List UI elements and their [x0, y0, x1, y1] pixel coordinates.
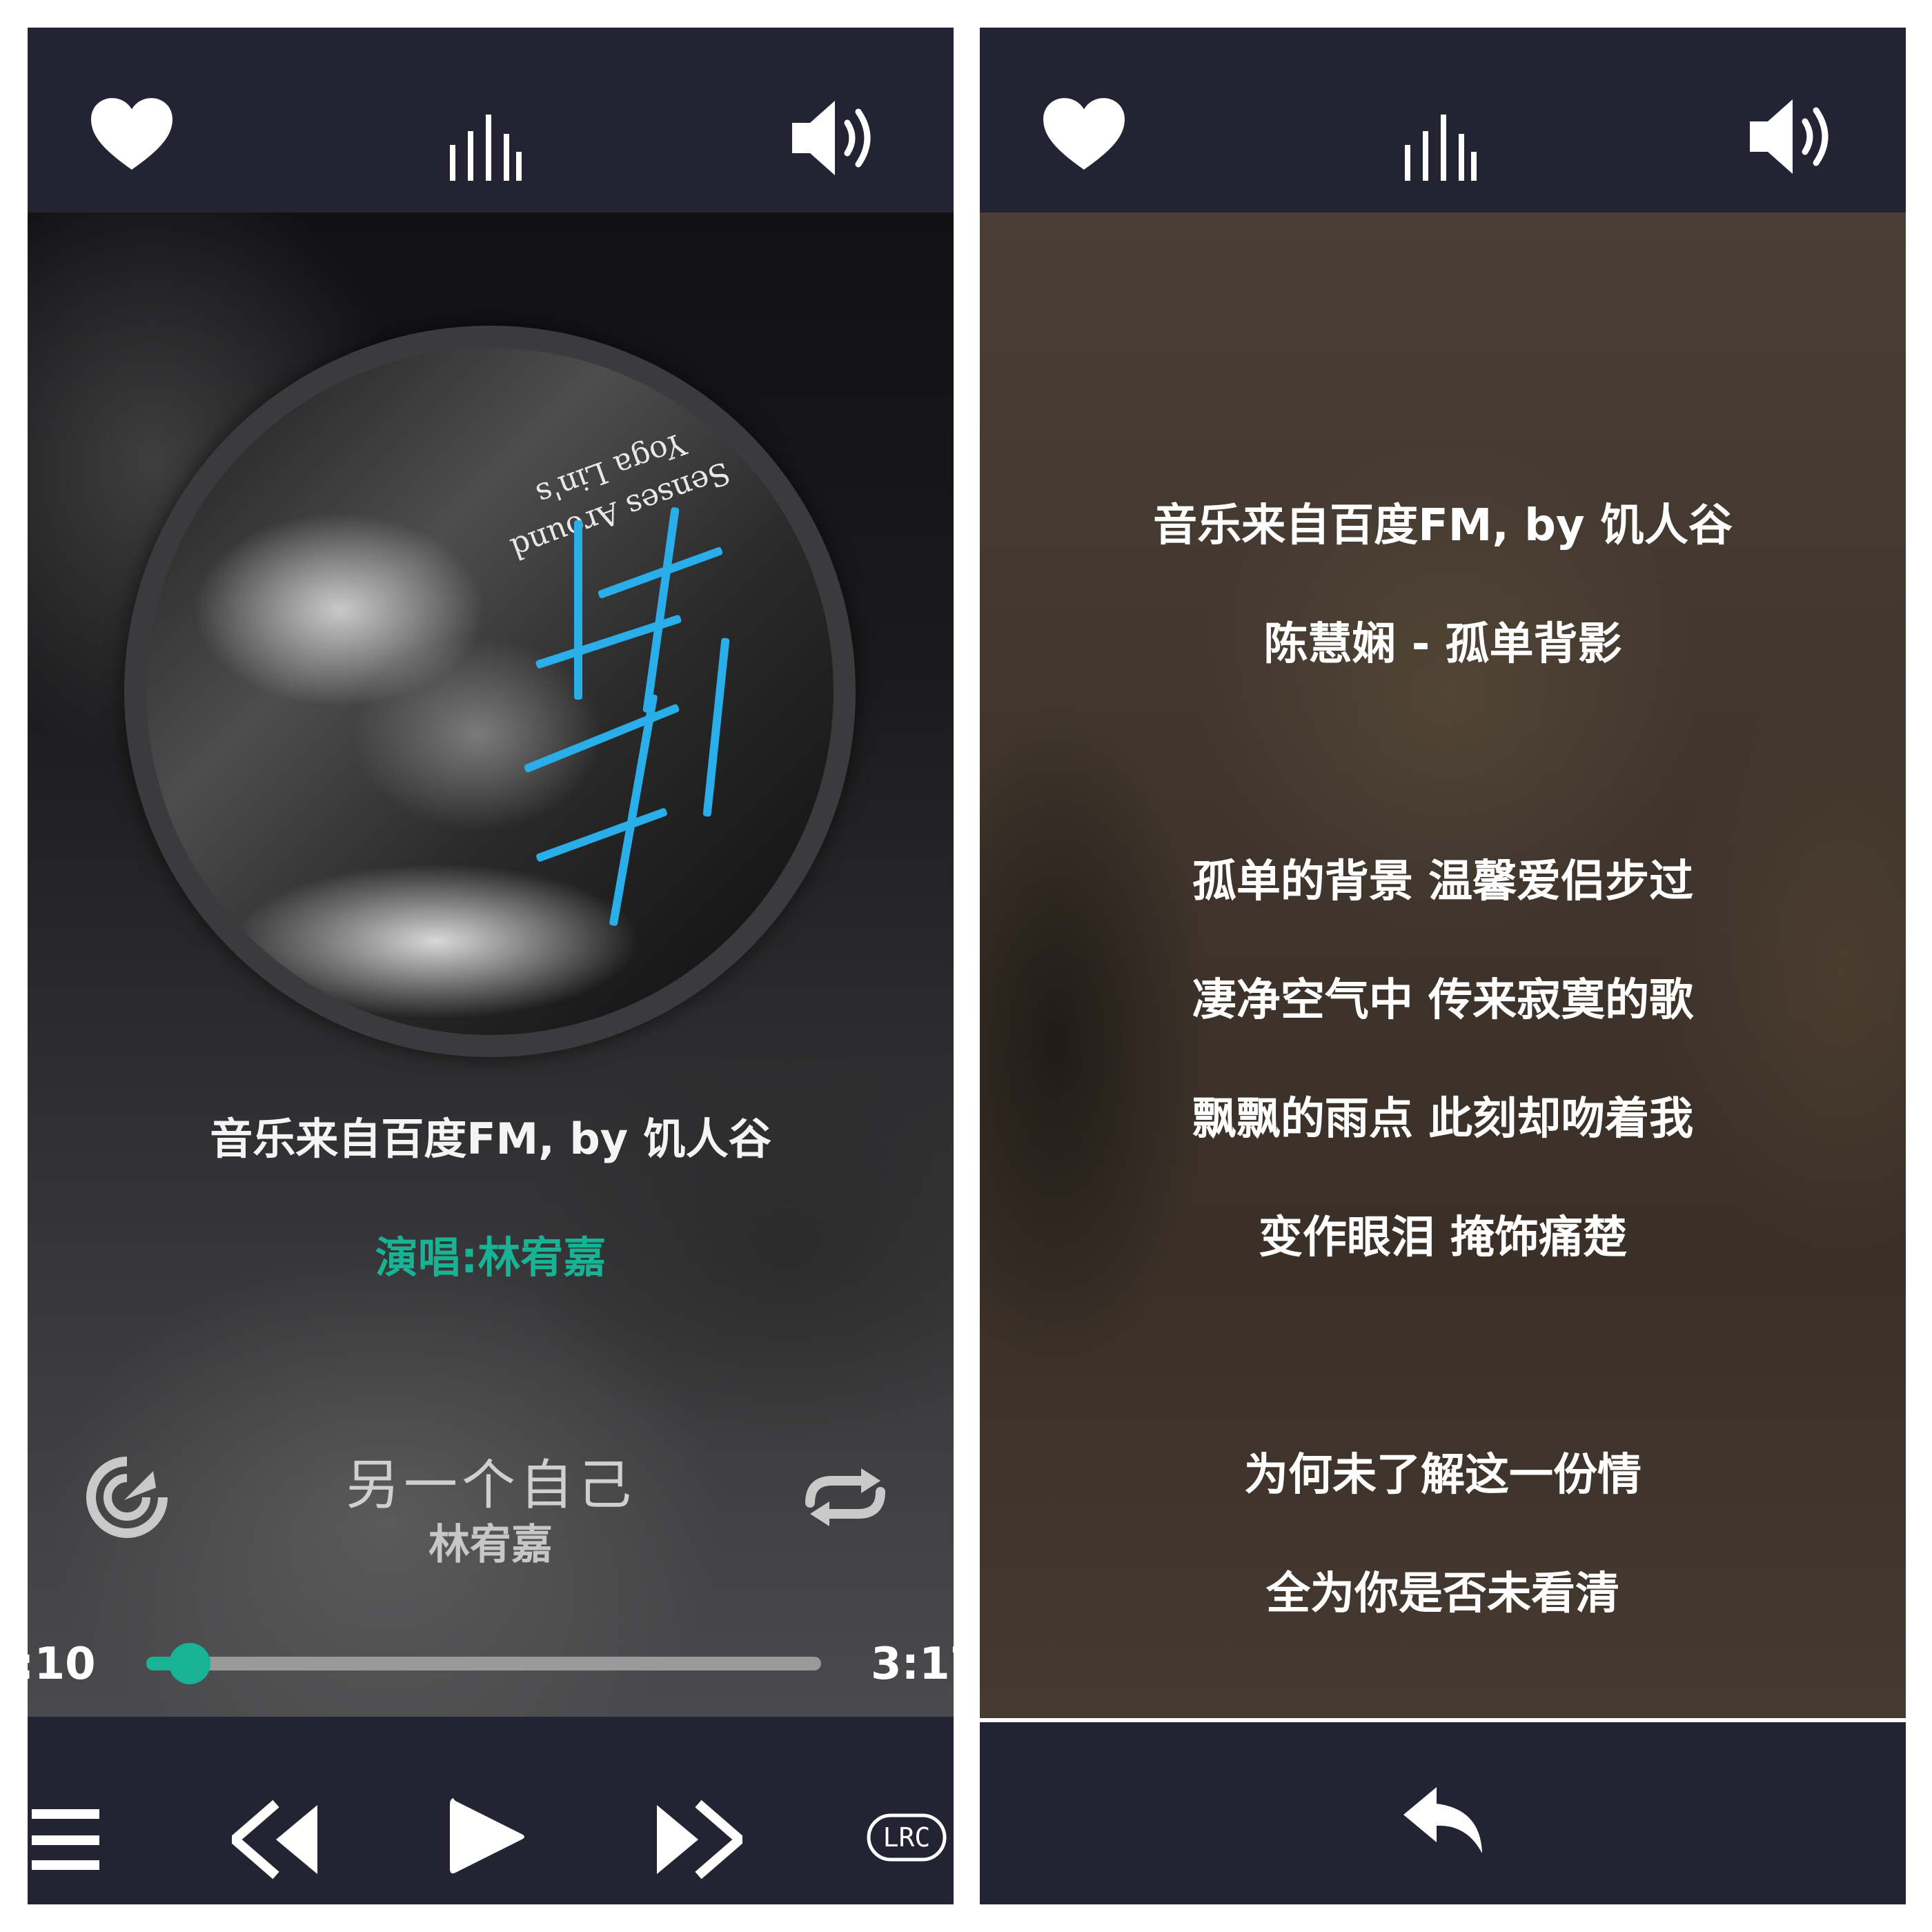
- lyrics-bottom-bar: [980, 1722, 1906, 1904]
- lyrics-top-bar: [980, 28, 1906, 213]
- previous-icon[interactable]: [232, 1800, 320, 1880]
- lyric-line: 变作眼泪 掩饰痛楚: [1258, 1212, 1628, 1263]
- lyric-line: 孤单的背景 温馨爱侣步过: [1192, 856, 1694, 907]
- progress-bar[interactable]: [146, 1643, 821, 1684]
- equalizer-icon[interactable]: [1402, 115, 1478, 181]
- equalizer-icon[interactable]: [447, 115, 523, 181]
- lyric-line: 全为你是否未看清: [1266, 1568, 1619, 1619]
- lyric-line: 凄净空气中 传来寂寞的歌: [1192, 975, 1694, 1026]
- lyric-line: 为何未了解这一份情: [1244, 1450, 1642, 1501]
- volume-icon[interactable]: [789, 97, 883, 179]
- album-cover-glyph: [642, 506, 680, 713]
- repeat-icon[interactable]: [800, 1463, 890, 1532]
- player-screen: Yoga Lin's Senses Around 音乐来自百度FM, by 饥人…: [28, 28, 954, 1904]
- lrc-label: LRC: [883, 1822, 931, 1853]
- lyrics-screen: 音乐来自百度FM, by 饥人谷 陈慧娴 - 孤单背影 孤单的背景 温馨爱侣步过…: [980, 28, 1906, 1904]
- player-top-bar: [28, 28, 954, 213]
- album-cover-glyph: [702, 638, 730, 817]
- heart-icon[interactable]: [90, 97, 174, 172]
- elapsed-time: :10: [28, 1639, 96, 1690]
- back-icon[interactable]: [1401, 1784, 1486, 1856]
- album-cover: Yoga Lin's Senses Around: [146, 348, 834, 1035]
- album-cover-glyph: [535, 807, 669, 862]
- lrc-button[interactable]: LRC: [867, 1813, 947, 1862]
- progress-thumb[interactable]: [169, 1643, 210, 1684]
- playlist-icon[interactable]: [28, 1806, 99, 1873]
- lyric-line: 音乐来自百度FM, by 饥人谷: [1153, 500, 1733, 551]
- album-cover-glyph: [574, 520, 582, 700]
- lyric-line: 陈慧娴 - 孤单背影: [1263, 619, 1622, 670]
- player-controls-bar: LRC: [28, 1717, 954, 1904]
- next-icon[interactable]: [654, 1800, 742, 1880]
- heart-icon[interactable]: [1042, 97, 1126, 172]
- volume-icon[interactable]: [1747, 95, 1841, 178]
- lyric-line: 飘飘的雨点 此刻却吻着我: [1192, 1094, 1694, 1145]
- source-credit: 音乐来自百度FM, by 饥人谷: [210, 1114, 771, 1164]
- album-cover-glyph: [523, 703, 680, 773]
- total-time: 3:17: [871, 1639, 954, 1690]
- play-icon[interactable]: [447, 1794, 527, 1880]
- singer-label: 演唱:林宥嘉: [375, 1232, 607, 1283]
